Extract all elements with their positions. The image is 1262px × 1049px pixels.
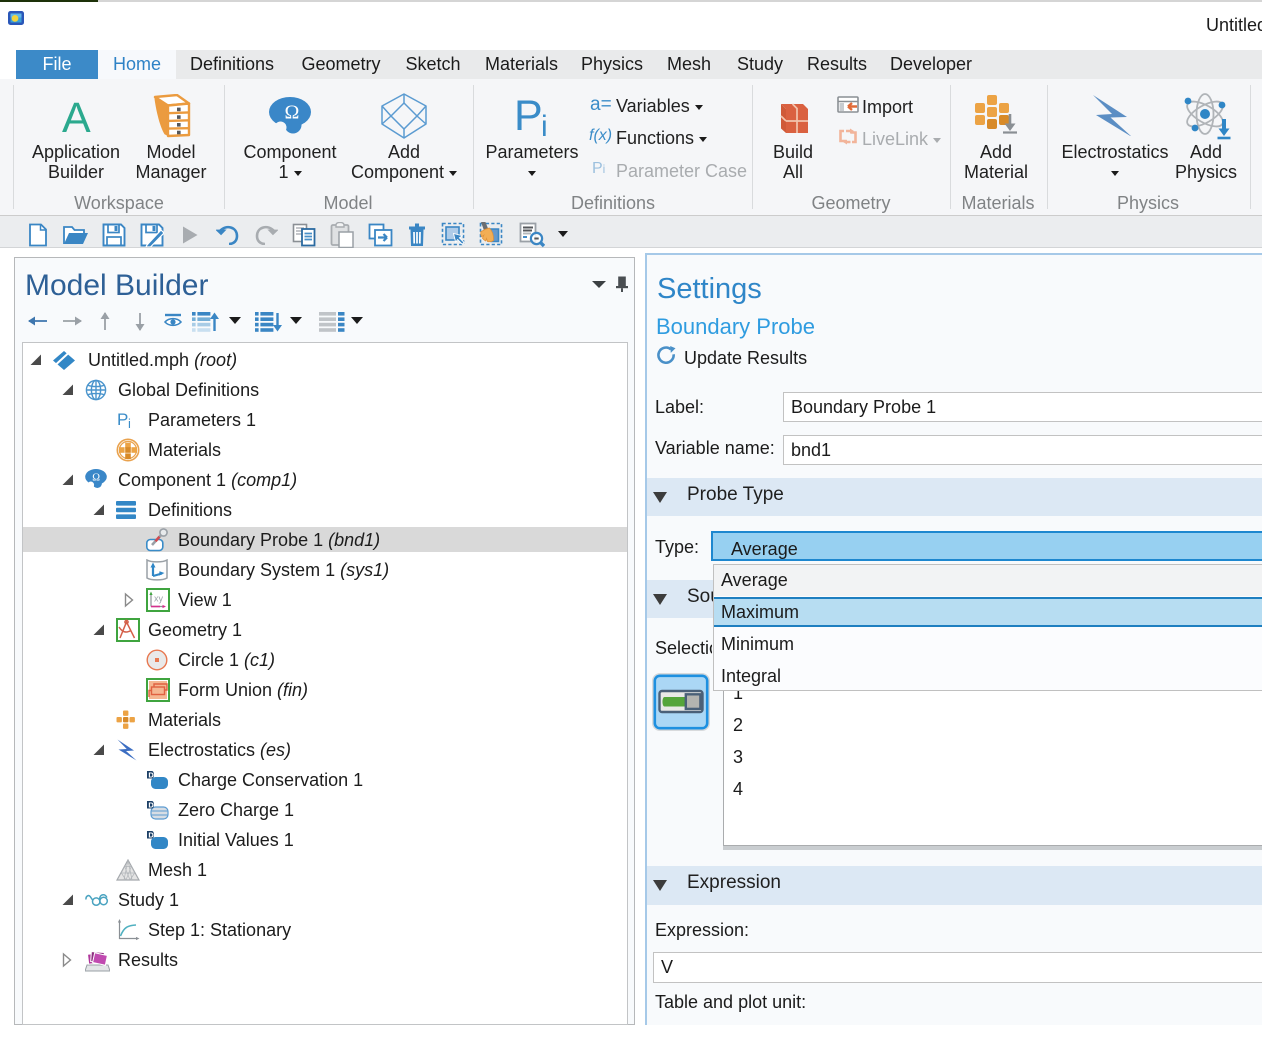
svg-text:Ω: Ω [285, 102, 300, 124]
svg-text:xy: xy [154, 594, 164, 604]
svg-text:D: D [148, 830, 154, 839]
svg-text:P: P [117, 410, 128, 429]
svg-text:i: i [128, 416, 131, 431]
svg-text:D: D [148, 770, 154, 779]
svg-text:Ω: Ω [92, 472, 100, 483]
svg-text:D: D [148, 800, 154, 809]
